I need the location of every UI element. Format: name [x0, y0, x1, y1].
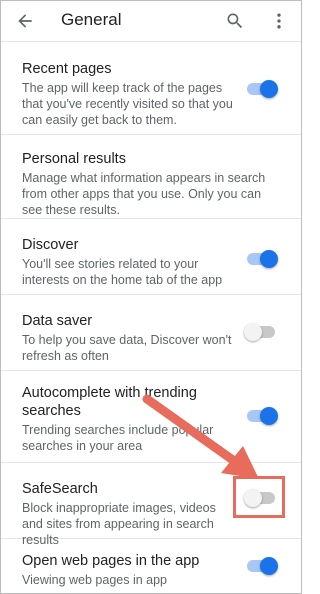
toggle-thumb [244, 323, 262, 341]
setting-row-recent-pages[interactable]: Recent pages The app will keep track of … [1, 42, 301, 135]
setting-description: To help you save data, Discover won't re… [22, 333, 232, 363]
setting-label: Data saver [22, 313, 93, 329]
setting-label: Personal results [22, 151, 126, 167]
recent-pages-toggle[interactable] [244, 79, 278, 99]
toggle-thumb [260, 250, 278, 268]
data-saver-toggle[interactable] [244, 322, 278, 342]
discover-toggle[interactable] [244, 249, 278, 269]
setting-row-discover[interactable]: Discover You'll see stories related to y… [1, 218, 301, 295]
arrow-back-icon[interactable] [15, 11, 35, 31]
setting-description: Viewing web pages in app [22, 573, 168, 587]
setting-description: You'll see stories related to your inter… [22, 257, 223, 287]
setting-row-personal-results[interactable]: Personal results Manage what information… [1, 134, 301, 219]
setting-description: The app will keep track of the pages tha… [22, 81, 233, 127]
search-icon[interactable] [225, 11, 245, 31]
setting-row-open-web-pages[interactable]: Open web pages in the app Viewing web pa… [1, 538, 301, 593]
page-title: General [61, 10, 122, 29]
setting-description: Manage what information appears in searc… [22, 171, 266, 217]
setting-label: Open web pages in the app [22, 553, 200, 569]
settings-screen: General Recent pages The app will keep t… [0, 0, 302, 594]
open-web-pages-toggle[interactable] [244, 556, 278, 576]
setting-label: Discover [22, 237, 79, 253]
setting-label: Recent pages [22, 61, 112, 77]
setting-label: SafeSearch [22, 481, 98, 497]
app-bar: General [1, 1, 301, 42]
annotation-highlight-box [233, 476, 285, 518]
toggle-thumb [260, 557, 278, 575]
setting-row-data-saver[interactable]: Data saver To help you save data, Discov… [1, 294, 301, 371]
toggle-thumb [260, 80, 278, 98]
more-vert-icon[interactable] [269, 11, 289, 31]
